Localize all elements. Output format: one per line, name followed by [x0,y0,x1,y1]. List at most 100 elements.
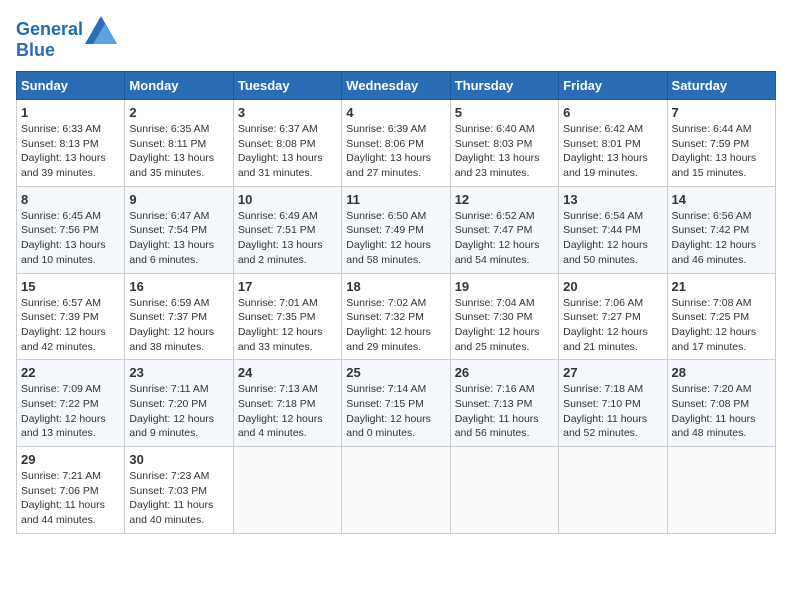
day-info: Sunrise: 6:56 AM Sunset: 7:42 PM Dayligh… [672,209,771,268]
calendar-cell: 30 Sunrise: 7:23 AM Sunset: 7:03 PM Dayli… [125,447,233,534]
calendar-cell: 8 Sunrise: 6:45 AM Sunset: 7:56 PM Daylig… [17,186,125,273]
calendar-cell: 9 Sunrise: 6:47 AM Sunset: 7:54 PM Daylig… [125,186,233,273]
weekday-header-saturday: Saturday [667,72,775,100]
day-number: 12 [455,192,554,207]
calendar-cell: 4 Sunrise: 6:39 AM Sunset: 8:06 PM Daylig… [342,100,450,187]
calendar-cell: 20 Sunrise: 7:06 AM Sunset: 7:27 PM Dayli… [559,273,667,360]
calendar-header-row: SundayMondayTuesdayWednesdayThursdayFrid… [17,72,776,100]
day-number: 19 [455,279,554,294]
logo-icon [85,16,117,44]
day-info: Sunrise: 7:13 AM Sunset: 7:18 PM Dayligh… [238,382,337,441]
day-number: 6 [563,105,662,120]
day-number: 22 [21,365,120,380]
day-info: Sunrise: 6:52 AM Sunset: 7:47 PM Dayligh… [455,209,554,268]
calendar-cell: 21 Sunrise: 7:08 AM Sunset: 7:25 PM Dayli… [667,273,775,360]
calendar-cell: 3 Sunrise: 6:37 AM Sunset: 8:08 PM Daylig… [233,100,341,187]
day-number: 7 [672,105,771,120]
day-number: 18 [346,279,445,294]
calendar-cell: 16 Sunrise: 6:59 AM Sunset: 7:37 PM Dayli… [125,273,233,360]
logo: General Blue [16,16,117,61]
day-info: Sunrise: 7:18 AM Sunset: 7:10 PM Dayligh… [563,382,662,441]
day-number: 4 [346,105,445,120]
day-info: Sunrise: 7:16 AM Sunset: 7:13 PM Dayligh… [455,382,554,441]
calendar-cell: 6 Sunrise: 6:42 AM Sunset: 8:01 PM Daylig… [559,100,667,187]
day-info: Sunrise: 6:45 AM Sunset: 7:56 PM Dayligh… [21,209,120,268]
calendar-cell [233,447,341,534]
day-info: Sunrise: 6:42 AM Sunset: 8:01 PM Dayligh… [563,122,662,181]
day-number: 21 [672,279,771,294]
day-number: 3 [238,105,337,120]
day-number: 23 [129,365,228,380]
day-info: Sunrise: 7:01 AM Sunset: 7:35 PM Dayligh… [238,296,337,355]
calendar-table: SundayMondayTuesdayWednesdayThursdayFrid… [16,71,776,534]
calendar-cell [450,447,558,534]
day-info: Sunrise: 6:39 AM Sunset: 8:06 PM Dayligh… [346,122,445,181]
weekday-header-wednesday: Wednesday [342,72,450,100]
day-info: Sunrise: 6:50 AM Sunset: 7:49 PM Dayligh… [346,209,445,268]
day-number: 25 [346,365,445,380]
day-number: 2 [129,105,228,120]
day-info: Sunrise: 6:44 AM Sunset: 7:59 PM Dayligh… [672,122,771,181]
day-info: Sunrise: 6:59 AM Sunset: 7:37 PM Dayligh… [129,296,228,355]
weekday-header-thursday: Thursday [450,72,558,100]
day-number: 14 [672,192,771,207]
page-header: General Blue [16,16,776,61]
calendar-cell: 7 Sunrise: 6:44 AM Sunset: 7:59 PM Daylig… [667,100,775,187]
calendar-cell [559,447,667,534]
calendar-cell: 28Sunrise: 7:20 AM Sunset: 7:08 PM Dayli… [667,360,775,447]
day-info: Sunrise: 7:09 AM Sunset: 7:22 PM Dayligh… [21,382,120,441]
calendar-cell: 26 Sunrise: 7:16 AM Sunset: 7:13 PM Dayli… [450,360,558,447]
calendar-cell: 2 Sunrise: 6:35 AM Sunset: 8:11 PM Daylig… [125,100,233,187]
calendar-week-row: 15 Sunrise: 6:57 AM Sunset: 7:39 PM Dayli… [17,273,776,360]
day-info: Sunrise: 7:14 AM Sunset: 7:15 PM Dayligh… [346,382,445,441]
calendar-cell: 27 Sunrise: 7:18 AM Sunset: 7:10 PM Dayli… [559,360,667,447]
day-info: Sunrise: 7:21 AM Sunset: 7:06 PM Dayligh… [21,469,120,528]
calendar-cell: 18 Sunrise: 7:02 AM Sunset: 7:32 PM Dayli… [342,273,450,360]
day-number: 11 [346,192,445,207]
calendar-cell: 13 Sunrise: 6:54 AM Sunset: 7:44 PM Dayli… [559,186,667,273]
day-info: Sunrise: 7:23 AM Sunset: 7:03 PM Dayligh… [129,469,228,528]
day-number: 26 [455,365,554,380]
day-number: 27 [563,365,662,380]
day-number: 15 [21,279,120,294]
day-info: Sunrise: 7:06 AM Sunset: 7:27 PM Dayligh… [563,296,662,355]
calendar-week-row: 1Sunrise: 6:33 AM Sunset: 8:13 PM Daylig… [17,100,776,187]
day-info: Sunrise: 6:54 AM Sunset: 7:44 PM Dayligh… [563,209,662,268]
weekday-header-friday: Friday [559,72,667,100]
day-number: 5 [455,105,554,120]
day-number: 17 [238,279,337,294]
calendar-cell: 1Sunrise: 6:33 AM Sunset: 8:13 PM Daylig… [17,100,125,187]
day-number: 16 [129,279,228,294]
calendar-cell: 5Sunrise: 6:40 AM Sunset: 8:03 PM Daylig… [450,100,558,187]
calendar-cell: 24Sunrise: 7:13 AM Sunset: 7:18 PM Dayli… [233,360,341,447]
day-number: 30 [129,452,228,467]
day-info: Sunrise: 6:35 AM Sunset: 8:11 PM Dayligh… [129,122,228,181]
calendar-cell: 17 Sunrise: 7:01 AM Sunset: 7:35 PM Dayli… [233,273,341,360]
day-number: 9 [129,192,228,207]
day-info: Sunrise: 6:33 AM Sunset: 8:13 PM Dayligh… [21,122,120,181]
calendar-cell: 23Sunrise: 7:11 AM Sunset: 7:20 PM Dayli… [125,360,233,447]
calendar-cell: 25 Sunrise: 7:14 AM Sunset: 7:15 PM Dayli… [342,360,450,447]
day-number: 8 [21,192,120,207]
day-info: Sunrise: 7:02 AM Sunset: 7:32 PM Dayligh… [346,296,445,355]
day-info: Sunrise: 7:04 AM Sunset: 7:30 PM Dayligh… [455,296,554,355]
day-number: 20 [563,279,662,294]
day-info: Sunrise: 6:37 AM Sunset: 8:08 PM Dayligh… [238,122,337,181]
day-info: Sunrise: 6:47 AM Sunset: 7:54 PM Dayligh… [129,209,228,268]
calendar-week-row: 8 Sunrise: 6:45 AM Sunset: 7:56 PM Daylig… [17,186,776,273]
day-number: 29 [21,452,120,467]
calendar-cell: 11 Sunrise: 6:50 AM Sunset: 7:49 PM Dayli… [342,186,450,273]
calendar-cell: 15 Sunrise: 6:57 AM Sunset: 7:39 PM Dayli… [17,273,125,360]
calendar-cell [667,447,775,534]
calendar-cell: 29 Sunrise: 7:21 AM Sunset: 7:06 PM Dayli… [17,447,125,534]
calendar-cell: 14 Sunrise: 6:56 AM Sunset: 7:42 PM Dayli… [667,186,775,273]
day-info: Sunrise: 7:08 AM Sunset: 7:25 PM Dayligh… [672,296,771,355]
day-number: 10 [238,192,337,207]
day-number: 13 [563,192,662,207]
weekday-header-monday: Monday [125,72,233,100]
calendar-cell: 10Sunrise: 6:49 AM Sunset: 7:51 PM Dayli… [233,186,341,273]
day-number: 28 [672,365,771,380]
calendar-cell: 22 Sunrise: 7:09 AM Sunset: 7:22 PM Dayli… [17,360,125,447]
calendar-week-row: 29 Sunrise: 7:21 AM Sunset: 7:06 PM Dayli… [17,447,776,534]
day-info: Sunrise: 6:57 AM Sunset: 7:39 PM Dayligh… [21,296,120,355]
